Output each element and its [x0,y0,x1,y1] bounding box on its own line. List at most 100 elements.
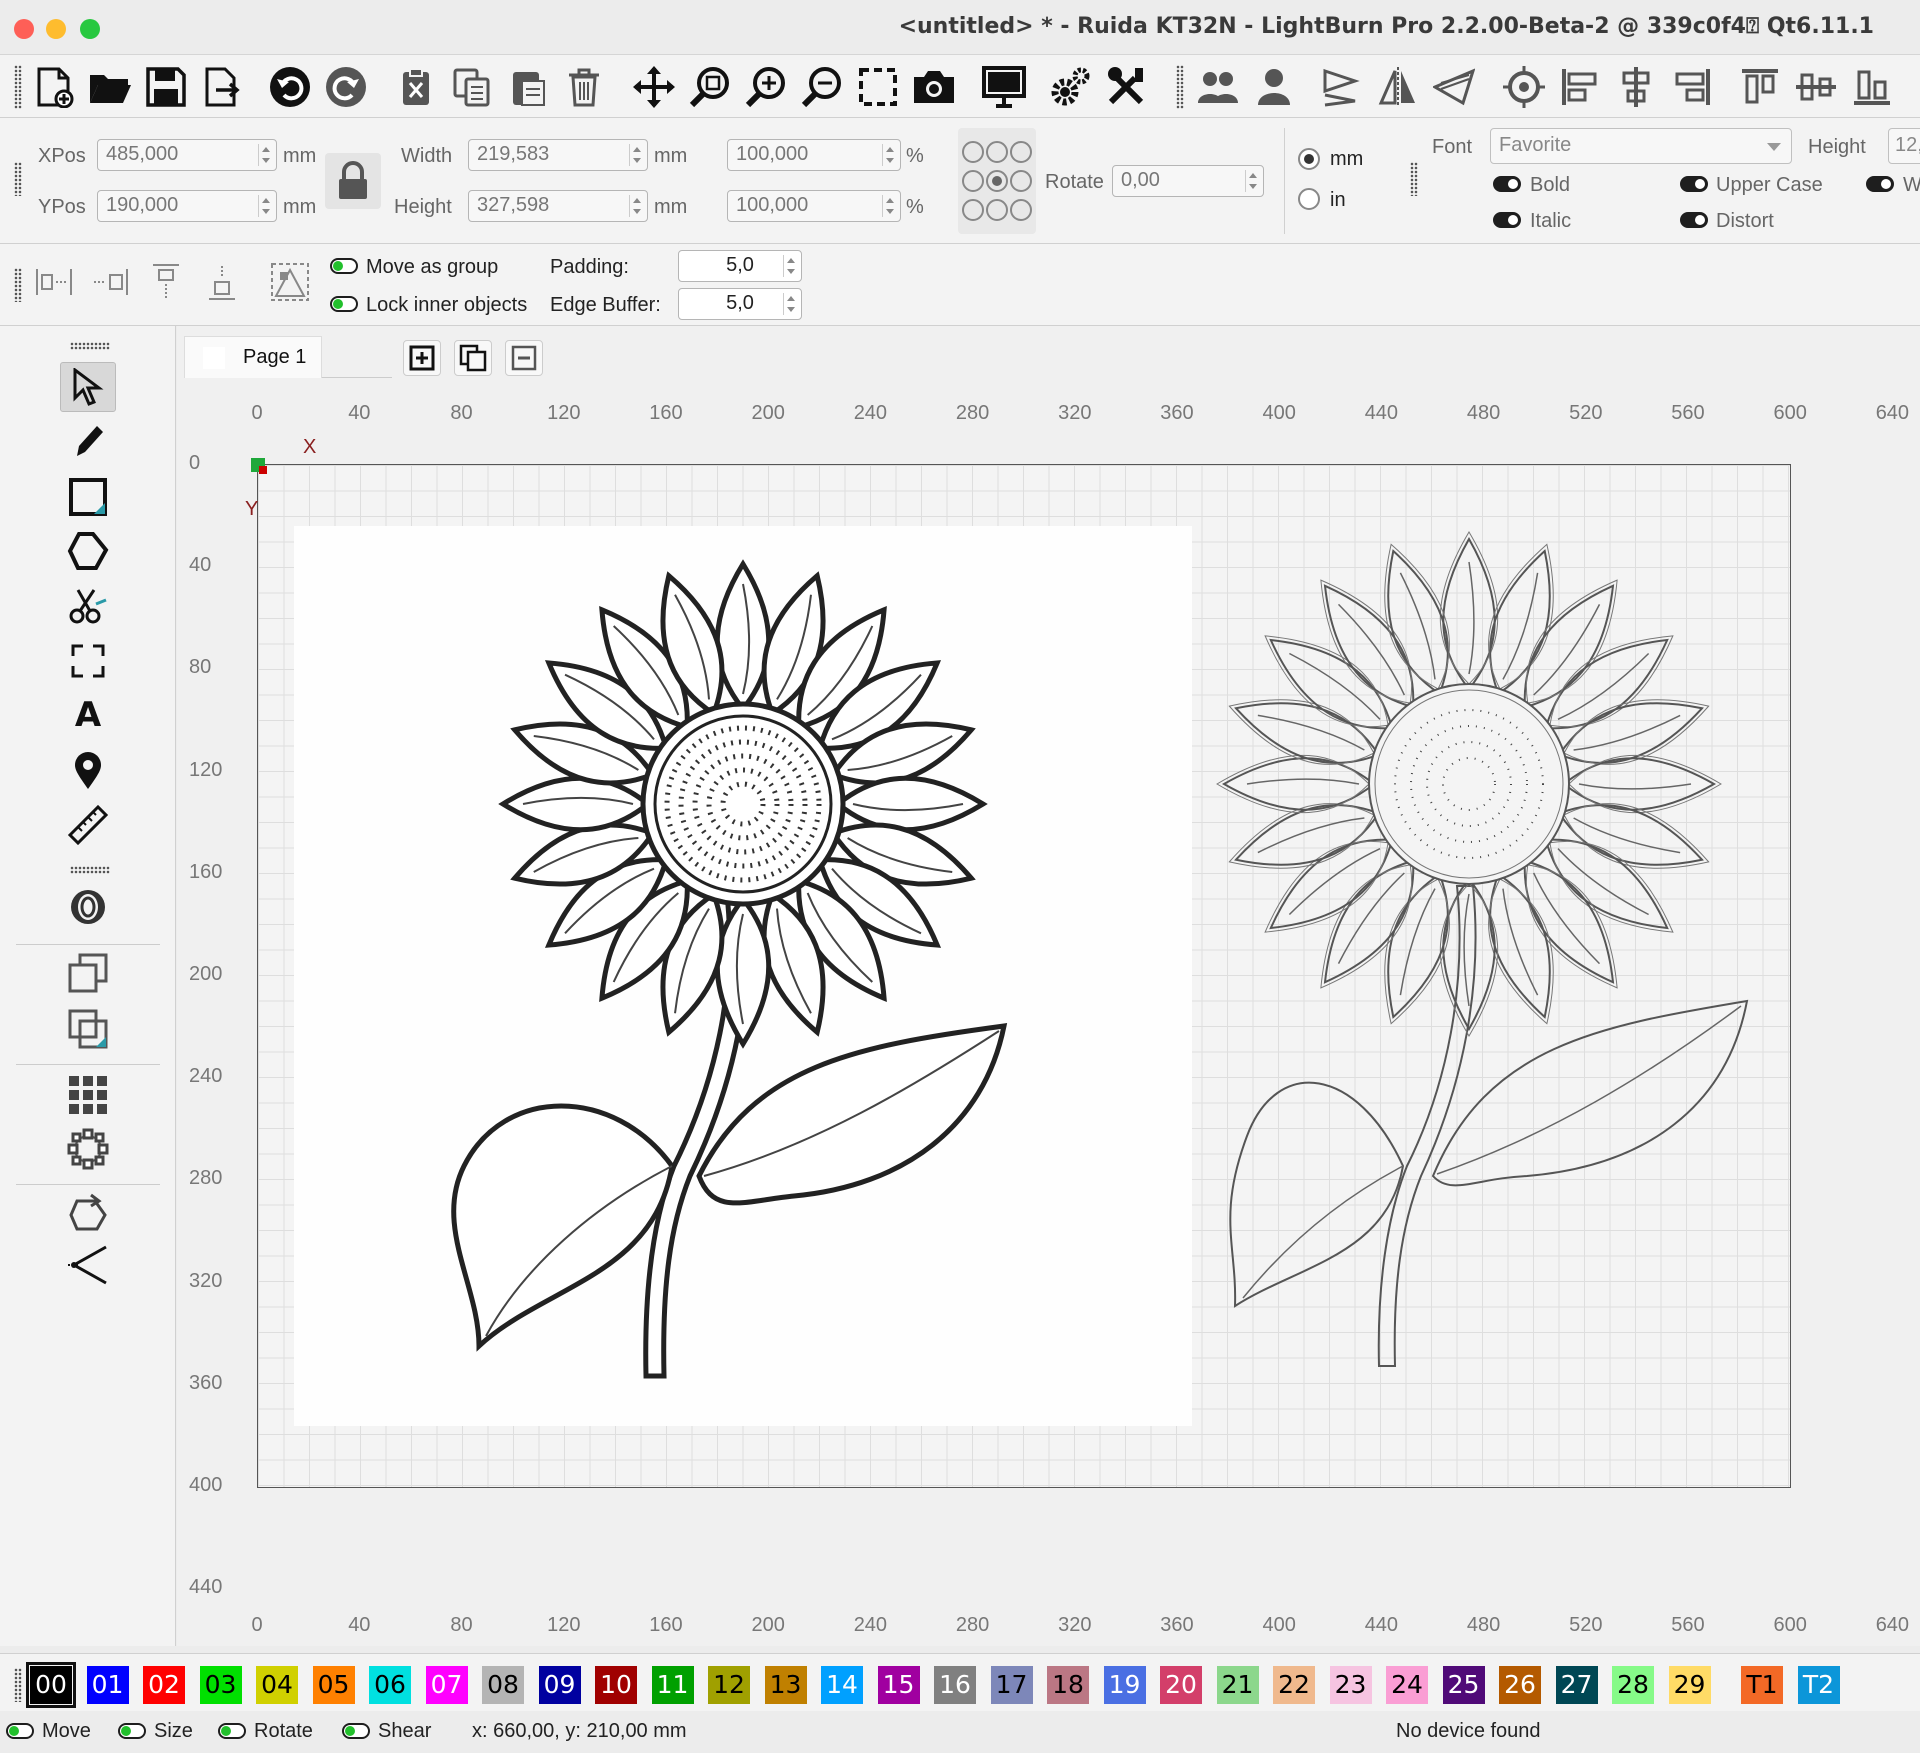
zoom-fit-icon[interactable] [686,63,734,111]
move-toggle[interactable] [6,1723,34,1739]
new-file-icon[interactable] [30,63,78,111]
circular-array-tool[interactable] [60,1124,116,1174]
align-bottom-icon[interactable] [1848,63,1896,111]
measure-tool[interactable] [60,800,116,850]
layer-swatch-09[interactable]: 09 [538,1666,581,1704]
layer-swatch-27[interactable]: 27 [1555,1666,1598,1704]
unit-in-radio[interactable] [1298,188,1320,210]
origin-selector[interactable] [958,128,1036,234]
tools-grip[interactable] [70,342,110,350]
font-height-input[interactable]: 12, [1888,128,1920,164]
cut-clipboard-icon[interactable] [392,63,440,111]
remove-page-button[interactable] [505,340,543,376]
layer-swatch-07[interactable]: 07 [425,1666,468,1704]
panel-grip[interactable] [14,162,22,196]
layer-swatch-19[interactable]: 19 [1103,1666,1146,1704]
layer-swatch-01[interactable]: 01 [86,1666,129,1704]
panel-grip[interactable] [14,268,22,302]
zoom-in-icon[interactable] [742,63,790,111]
distribute-v-icon[interactable] [144,260,188,304]
align-top-icon[interactable] [1736,63,1784,111]
layer-swatch-18[interactable]: 18 [1047,1666,1089,1704]
layer-swatch-16[interactable]: 16 [934,1666,976,1704]
monitor-icon[interactable] [980,63,1028,111]
grid-array-tool[interactable] [60,1070,116,1120]
edit-nodes-tool[interactable] [60,580,116,630]
add-page-button[interactable] [403,340,441,376]
scale-y-input[interactable]: 100,000 [727,190,901,222]
layer-swatch-10[interactable]: 10 [595,1666,637,1704]
rotate-tool[interactable] [60,1188,116,1238]
unit-mm-radio[interactable] [1298,148,1320,170]
copy-icon[interactable] [448,63,496,111]
layer-swatch-28[interactable]: 28 [1612,1666,1654,1704]
size-toggle[interactable] [118,1723,146,1739]
offset-tool[interactable] [60,882,116,932]
crop-tool[interactable] [60,636,116,686]
send-icon[interactable] [1430,63,1478,111]
open-folder-icon[interactable] [86,63,134,111]
edge-buffer-input[interactable]: 5,0 [678,288,802,320]
layer-swatch-21[interactable]: 21 [1216,1666,1259,1704]
save-icon[interactable] [142,63,190,111]
nest-icon[interactable] [268,260,312,304]
layer-swatch-23[interactable]: 23 [1329,1666,1372,1704]
align-center-icon[interactable] [1612,63,1660,111]
camera-icon[interactable] [910,63,958,111]
weld-tool[interactable] [60,948,116,998]
layer-swatch-t2[interactable]: T2 [1797,1666,1840,1704]
tab-page-1[interactable]: Page 1 [184,336,322,378]
settings-gears-icon[interactable] [1046,63,1094,111]
move-icon[interactable] [630,63,678,111]
bold-toggle[interactable] [1493,176,1521,192]
frame-selection-icon[interactable] [854,63,902,111]
toolbar-grip[interactable] [14,65,22,109]
redo-icon[interactable] [322,63,370,111]
delete-icon[interactable] [560,63,608,111]
zoom-out-icon[interactable] [798,63,846,111]
italic-toggle[interactable] [1493,212,1521,228]
font-select[interactable]: Favorite [1490,128,1792,164]
align-right-icon[interactable] [1668,63,1716,111]
distribute-v-spacing-icon[interactable] [200,260,244,304]
layer-swatch-00[interactable]: 00 [26,1662,76,1708]
group-icon[interactable] [1194,63,1242,111]
panel-grip[interactable] [1410,162,1418,196]
palette-grip[interactable] [14,1668,22,1702]
layer-swatch-29[interactable]: 29 [1668,1666,1711,1704]
tools-grip[interactable] [70,866,110,874]
move-as-group-toggle[interactable] [330,258,358,274]
duplicate-page-button[interactable] [454,340,492,376]
lock-inner-objects-toggle[interactable] [330,296,358,312]
distort-toggle[interactable] [1680,212,1708,228]
sunflower-vector-trace[interactable] [1207,526,1767,1376]
layer-swatch-05[interactable]: 05 [312,1666,355,1704]
layer-swatch-20[interactable]: 20 [1160,1666,1202,1704]
upper-case-toggle[interactable] [1680,176,1708,192]
rectangle-tool[interactable] [60,472,116,522]
layer-swatch-02[interactable]: 02 [143,1666,185,1704]
layer-swatch-13[interactable]: 13 [764,1666,807,1704]
layer-swatch-11[interactable]: 11 [651,1666,694,1704]
rotate-toggle[interactable] [218,1723,246,1739]
boolean-tool[interactable] [60,1004,116,1054]
height-input[interactable]: 327,598 [468,190,648,222]
undo-icon[interactable] [266,63,314,111]
distribute-h-spacing-icon[interactable] [88,260,132,304]
device-settings-icon[interactable] [1102,63,1150,111]
scale-x-input[interactable]: 100,000 [727,139,901,171]
layer-swatch-24[interactable]: 24 [1386,1666,1428,1704]
layer-swatch-14[interactable]: 14 [821,1666,863,1704]
layer-swatch-t1[interactable]: T1 [1741,1666,1783,1704]
mirror-horizontal-icon[interactable] [1318,63,1366,111]
xpos-input[interactable]: 485,000 [97,139,277,171]
sunflower-bitmap[interactable] [294,526,1192,1426]
draw-lines-tool[interactable] [60,416,116,466]
text-tool[interactable]: A [60,690,116,740]
layer-swatch-08[interactable]: 08 [482,1666,524,1704]
layer-swatch-25[interactable]: 25 [1442,1666,1485,1704]
ypos-input[interactable]: 190,000 [97,190,277,222]
layer-swatch-15[interactable]: 15 [877,1666,920,1704]
layer-swatch-06[interactable]: 06 [369,1666,411,1704]
polygon-tool[interactable] [60,526,116,576]
